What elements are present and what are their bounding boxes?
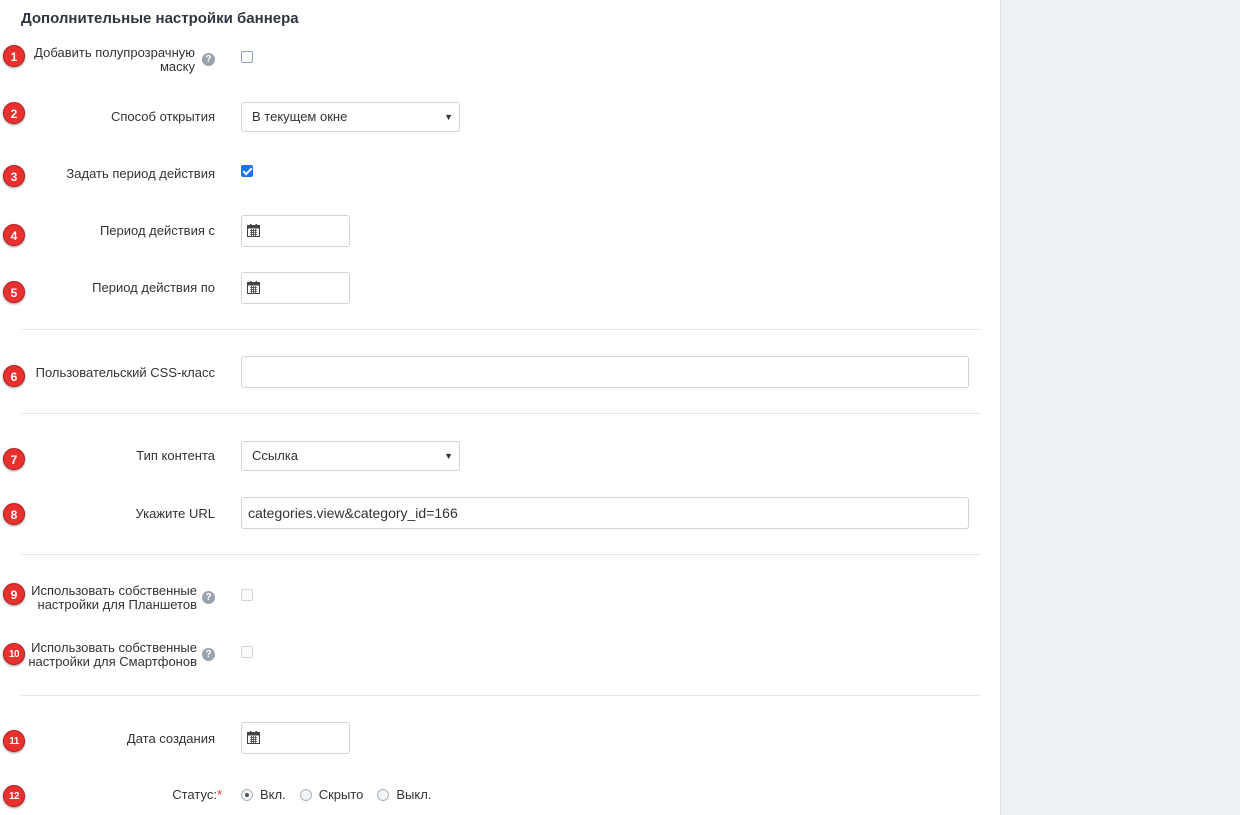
chevron-down-icon: ▼ [444, 451, 453, 461]
calendar-icon[interactable] [247, 731, 260, 744]
smartphone-label-line2: настройки для Смартфонов [28, 654, 197, 669]
css-class-input[interactable] [241, 356, 969, 388]
section-title: Дополнительные настройки баннера [21, 10, 299, 27]
set-period-checkbox[interactable] [241, 165, 253, 177]
mask-checkbox[interactable] [241, 51, 253, 63]
required-mark: * [216, 787, 222, 802]
smartphone-label-line1: Использовать собственные [31, 640, 197, 655]
divider [21, 554, 981, 555]
status-option-label: Выкл. [396, 787, 432, 802]
main-panel: Дополнительные настройки баннера 1 Добав… [0, 0, 1000, 815]
tablet-label-line2: настройки для Планшетов [37, 597, 197, 612]
step-badge-2: 2 [3, 102, 25, 124]
smartphone-label: Использовать собственные настройки для С… [7, 641, 197, 669]
status-radio-group: Вкл. Скрыто Выкл. [241, 787, 445, 802]
tablet-label-line1: Использовать собственные [31, 583, 197, 598]
smartphone-checkbox[interactable] [241, 646, 253, 658]
mask-label: Добавить полупрозрачную маску [25, 46, 195, 74]
divider [21, 413, 981, 414]
content-type-label: Тип контента [136, 448, 215, 463]
divider [21, 695, 981, 696]
calendar-icon[interactable] [247, 281, 260, 294]
period-to-label: Период действия по [92, 280, 215, 295]
status-option-off[interactable]: Выкл. [377, 787, 431, 802]
step-badge-8: 8 [3, 503, 25, 525]
step-badge-3: 3 [3, 165, 25, 187]
step-badge-5: 5 [3, 281, 25, 303]
chevron-down-icon: ▼ [444, 112, 453, 122]
css-class-label: Пользовательский CSS-класс [35, 365, 215, 380]
period-from-input[interactable] [241, 215, 350, 247]
radio-on[interactable] [241, 788, 253, 801]
calendar-icon[interactable] [247, 224, 260, 237]
period-to-input[interactable] [241, 272, 350, 304]
radio-hidden[interactable] [299, 788, 312, 801]
created-label: Дата создания [126, 731, 215, 746]
help-icon[interactable]: ? [202, 53, 215, 66]
created-date-input[interactable] [241, 722, 350, 754]
open-method-select[interactable]: В текущем окне ▼ [241, 102, 460, 132]
step-badge-4: 4 [3, 224, 25, 246]
tablet-label: Использовать собственные настройки для П… [7, 584, 197, 612]
open-method-value: В текущем окне [252, 109, 348, 124]
tablet-checkbox[interactable] [241, 589, 253, 601]
divider [21, 329, 981, 330]
content-type-value: Ссылка [252, 448, 299, 463]
step-badge-11: 11 [3, 730, 25, 752]
step-badge-7: 7 [3, 448, 25, 470]
help-icon[interactable]: ? [202, 648, 215, 661]
status-label-text: Статус: [172, 787, 217, 802]
mask-label-text: Добавить полупрозрачную маску [34, 45, 195, 74]
url-input[interactable]: categories.view&category_id=166 [241, 497, 969, 529]
right-sidebar [1000, 0, 1240, 815]
step-badge-6: 6 [3, 365, 25, 387]
content-type-select[interactable]: Ссылка ▼ [241, 441, 460, 471]
help-icon[interactable]: ? [202, 591, 215, 604]
step-badge-12: 12 [3, 785, 25, 807]
radio-off[interactable] [377, 788, 390, 801]
step-badge-1: 1 [3, 45, 25, 67]
status-label: Статус:* [172, 788, 222, 802]
url-label: Укажите URL [135, 506, 216, 521]
set-period-label: Задать период действия [66, 166, 215, 181]
status-option-label: Скрыто [318, 787, 364, 802]
status-option-on[interactable]: Вкл. [241, 787, 286, 802]
status-option-hidden[interactable]: Скрыто [299, 787, 364, 802]
period-from-label: Период действия с [99, 223, 215, 238]
open-method-label: Способ открытия [110, 109, 215, 124]
status-option-label: Вкл. [260, 787, 286, 802]
